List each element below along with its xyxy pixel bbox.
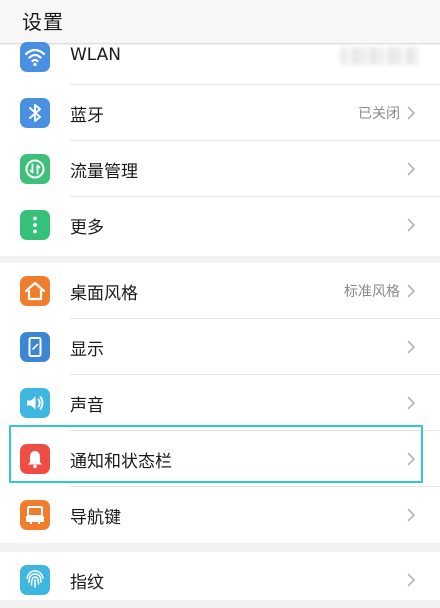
chevron-right-icon xyxy=(404,283,418,299)
settings-item-navigation-keys[interactable]: 导航键 xyxy=(0,487,440,543)
settings-item-bluetooth[interactable]: 蓝牙 已关闭 xyxy=(0,85,440,141)
settings-item-wlan[interactable]: WLAN xyxy=(0,29,440,85)
settings-section-personalization: 桌面风格 标准风格 显示 声音 通知和状态栏 导航键 xyxy=(0,263,440,543)
desktop-style-value: 标准风格 xyxy=(344,284,400,300)
chevron-right-icon xyxy=(404,105,418,121)
settings-item-label: 显示 xyxy=(70,340,104,360)
settings-item-desktop-style[interactable]: 桌面风格 标准风格 xyxy=(0,263,440,319)
chevron-right-icon xyxy=(404,339,418,355)
settings-section-security: 指纹 xyxy=(0,552,440,600)
settings-section-network: WLAN 蓝牙 已关闭 流量管理 更多 xyxy=(0,42,440,256)
settings-item-more[interactable]: 更多 xyxy=(0,197,440,253)
display-icon xyxy=(20,332,50,362)
more-icon xyxy=(20,210,50,240)
settings-item-traffic-management[interactable]: 流量管理 xyxy=(0,141,440,197)
settings-item-label: 蓝牙 xyxy=(70,106,104,126)
settings-item-sound[interactable]: 声音 xyxy=(0,375,440,431)
chevron-right-icon xyxy=(404,217,418,233)
settings-item-label: 指纹 xyxy=(70,573,104,593)
navigation-icon xyxy=(20,500,50,530)
settings-item-label: 流量管理 xyxy=(70,162,138,182)
chevron-right-icon xyxy=(404,572,418,588)
chevron-right-icon xyxy=(404,395,418,411)
selection-highlight xyxy=(9,425,423,483)
settings-item-display[interactable]: 显示 xyxy=(0,319,440,375)
settings-item-label: 导航键 xyxy=(70,508,121,528)
data-usage-icon xyxy=(20,154,50,184)
wifi-icon xyxy=(20,42,50,72)
fingerprint-icon xyxy=(20,565,50,595)
wlan-network-name-obscured xyxy=(340,47,418,65)
settings-item-label: 更多 xyxy=(70,218,104,238)
bluetooth-status: 已关闭 xyxy=(358,106,400,122)
chevron-right-icon xyxy=(404,161,418,177)
settings-item-label: 声音 xyxy=(70,396,104,416)
chevron-right-icon xyxy=(404,507,418,523)
settings-item-label: 桌面风格 xyxy=(70,284,138,304)
settings-item-label: WLAN xyxy=(70,45,122,65)
home-icon xyxy=(20,276,50,306)
bluetooth-icon xyxy=(20,98,50,128)
speaker-icon xyxy=(20,388,50,418)
